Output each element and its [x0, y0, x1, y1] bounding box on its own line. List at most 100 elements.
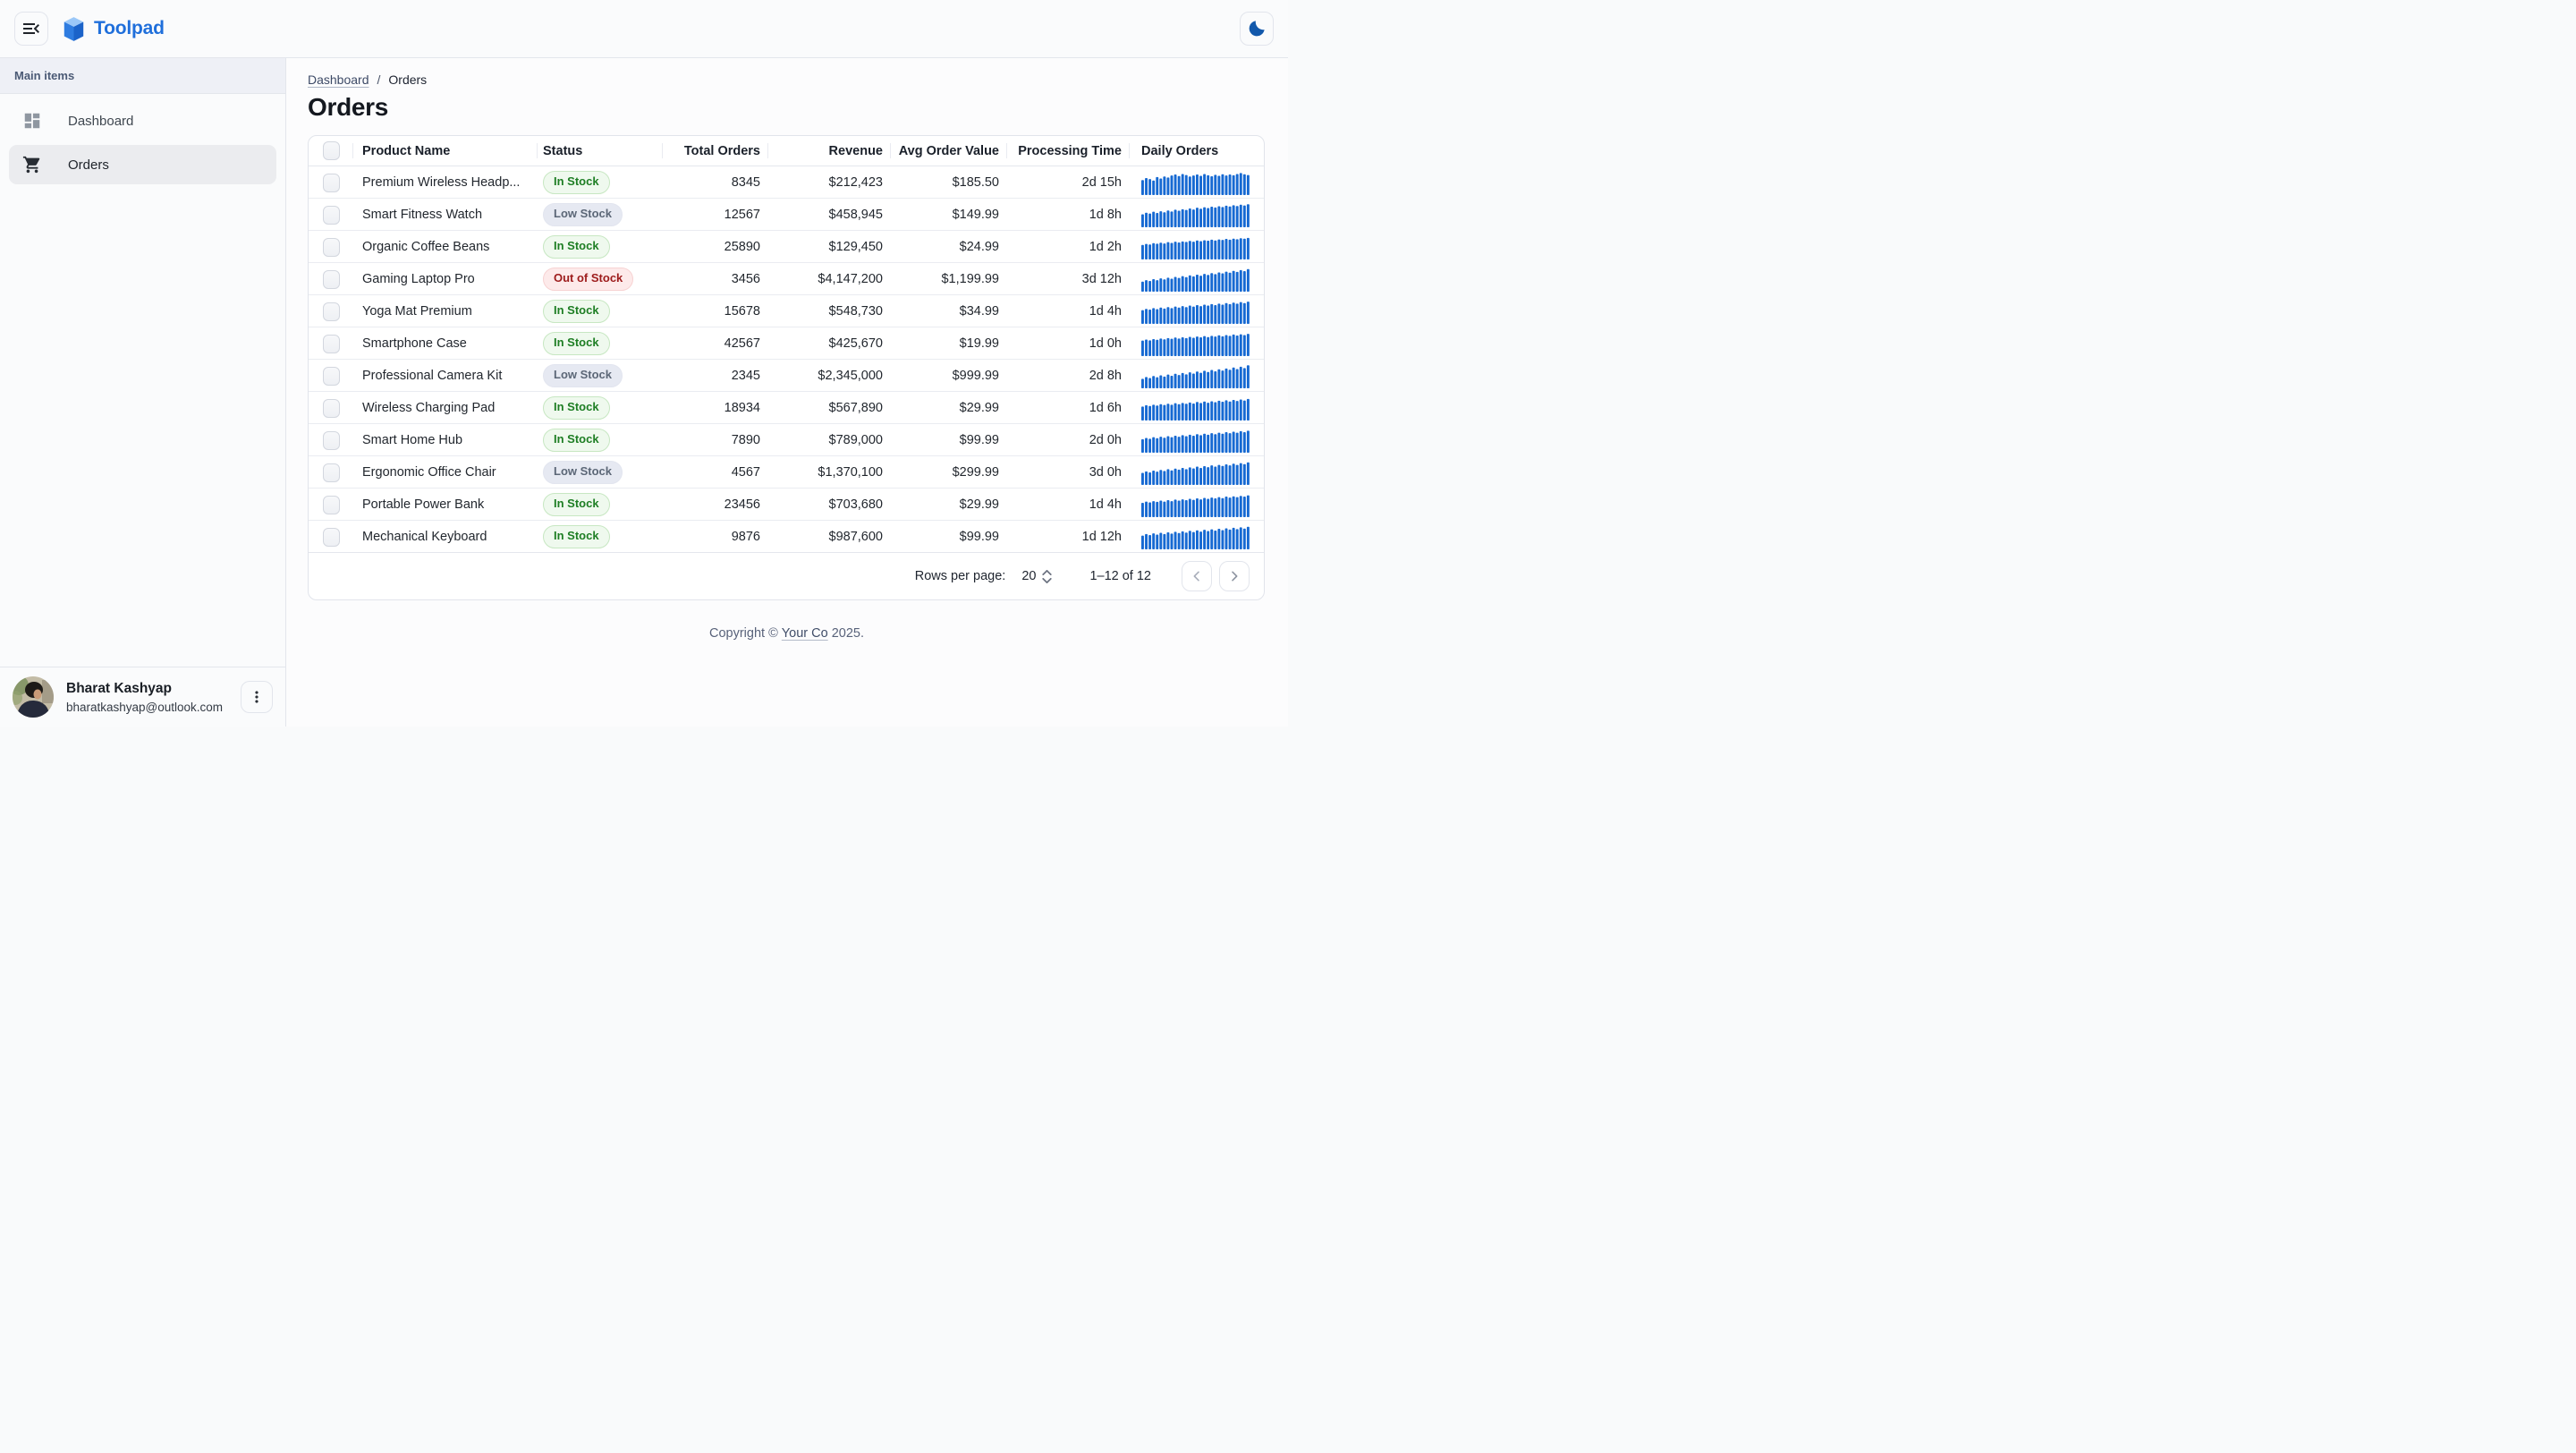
table-pagination: Rows per page: 20 1–12 of 12 [309, 553, 1264, 599]
status-chip: In Stock [543, 235, 610, 258]
pagination-range: 1–12 of 12 [1089, 569, 1151, 583]
next-page-button[interactable] [1219, 561, 1250, 591]
avg-order-value-cell: $299.99 [891, 465, 1007, 480]
row-checkbox-cell [309, 270, 353, 289]
column-header-avg-order-value[interactable]: Avg Order Value [891, 136, 1007, 166]
product-name-cell: Wireless Charging Pad [353, 401, 538, 415]
column-header-processing-time[interactable]: Processing Time [1007, 136, 1130, 166]
copyright-prefix: Copyright © [709, 626, 782, 641]
row-checkbox[interactable] [323, 238, 340, 257]
product-name-cell: Portable Power Bank [353, 497, 538, 512]
daily-orders-sparkline [1130, 166, 1264, 199]
rows-per-page-value: 20 [1021, 569, 1036, 583]
breadcrumb-link-dashboard[interactable]: Dashboard [308, 72, 369, 87]
row-checkbox[interactable] [323, 302, 340, 321]
column-header-revenue[interactable]: Revenue [768, 136, 891, 166]
avatar[interactable] [13, 676, 54, 718]
status-cell: Low Stock [538, 461, 663, 483]
row-checkbox[interactable] [323, 528, 340, 547]
row-checkbox[interactable] [323, 174, 340, 192]
avg-order-value-cell: $19.99 [891, 336, 1007, 351]
table-row: Ergonomic Office Chair Low Stock 4567 $1… [309, 456, 1264, 489]
avg-order-value-cell: $185.50 [891, 175, 1007, 190]
row-checkbox-cell [309, 496, 353, 514]
breadcrumb: Dashboard / Orders [308, 72, 1266, 87]
row-checkbox[interactable] [323, 206, 340, 225]
daily-orders-sparkline [1130, 295, 1264, 327]
user-menu-button[interactable] [241, 681, 273, 713]
status-cell: In Stock [538, 429, 663, 451]
daily-orders-sparkline [1130, 263, 1264, 295]
status-chip: In Stock [543, 429, 610, 451]
row-checkbox-cell [309, 238, 353, 257]
table-row: Yoga Mat Premium In Stock 15678 $548,730… [309, 295, 1264, 327]
collapse-menu-button[interactable] [14, 12, 48, 46]
chevron-left-icon [1190, 569, 1204, 583]
processing-time-cell: 1d 2h [1007, 240, 1130, 254]
row-checkbox[interactable] [323, 399, 340, 418]
total-orders-cell: 7890 [663, 433, 768, 447]
row-checkbox[interactable] [323, 463, 340, 482]
user-meta: Bharat Kashyap bharatkashyap@outlook.com [66, 681, 228, 714]
revenue-cell: $2,345,000 [768, 369, 891, 383]
sidebar-item-dashboard[interactable]: Dashboard [9, 101, 276, 140]
total-orders-cell: 2345 [663, 369, 768, 383]
sidebar-spacer [0, 189, 285, 667]
row-checkbox[interactable] [323, 270, 340, 289]
row-checkbox-cell [309, 463, 353, 482]
product-name-cell: Yoga Mat Premium [353, 304, 538, 319]
row-checkbox[interactable] [323, 367, 340, 386]
status-cell: Low Stock [538, 203, 663, 225]
daily-orders-sparkline [1130, 360, 1264, 392]
sidebar-item-label: Dashboard [68, 114, 133, 129]
product-name-cell: Professional Camera Kit [353, 369, 538, 383]
status-chip: In Stock [543, 171, 610, 193]
column-header-product-name[interactable]: Product Name [353, 136, 538, 166]
product-name-cell: Mechanical Keyboard [353, 530, 538, 544]
company-link[interactable]: Your Co [782, 626, 828, 641]
sidebar-item-orders[interactable]: Orders [9, 145, 276, 184]
column-header-daily-orders[interactable]: Daily Orders [1130, 136, 1264, 166]
status-cell: Low Stock [538, 364, 663, 387]
processing-time-cell: 1d 0h [1007, 336, 1130, 351]
rows-per-page-select[interactable]: 20 [1021, 569, 1052, 583]
row-checkbox[interactable] [323, 496, 340, 514]
status-chip: In Stock [543, 493, 610, 515]
total-orders-cell: 4567 [663, 465, 768, 480]
status-chip: In Stock [543, 396, 610, 419]
layout: Main items Dashboard Orders [0, 58, 1288, 726]
moon-icon [1247, 19, 1267, 38]
row-checkbox-cell [309, 206, 353, 225]
table-row: Smart Home Hub In Stock 7890 $789,000 $9… [309, 424, 1264, 456]
processing-time-cell: 2d 8h [1007, 369, 1130, 383]
column-header-total-orders[interactable]: Total Orders [663, 136, 768, 166]
up-down-chevrons-icon [1042, 570, 1052, 583]
status-chip: In Stock [543, 300, 610, 322]
revenue-cell: $987,600 [768, 530, 891, 544]
row-checkbox-cell [309, 174, 353, 192]
column-header-status[interactable]: Status [538, 136, 663, 166]
table-row: Smart Fitness Watch Low Stock 12567 $458… [309, 199, 1264, 231]
total-orders-cell: 9876 [663, 530, 768, 544]
row-checkbox[interactable] [323, 335, 340, 353]
revenue-cell: $129,450 [768, 240, 891, 254]
row-checkbox[interactable] [323, 431, 340, 450]
avg-order-value-cell: $29.99 [891, 497, 1007, 512]
row-checkbox-cell [309, 431, 353, 450]
cart-icon [21, 154, 43, 175]
previous-page-button[interactable] [1182, 561, 1212, 591]
product-name-cell: Gaming Laptop Pro [353, 272, 538, 286]
brand[interactable]: Toolpad [63, 16, 165, 42]
status-chip: Low Stock [543, 461, 623, 483]
daily-orders-sparkline [1130, 456, 1264, 489]
revenue-cell: $4,147,200 [768, 272, 891, 286]
user-name: Bharat Kashyap [66, 681, 228, 697]
select-all-checkbox[interactable] [323, 141, 340, 160]
theme-toggle-button[interactable] [1240, 12, 1274, 46]
table-row: Organic Coffee Beans In Stock 25890 $129… [309, 231, 1264, 263]
avg-order-value-cell: $1,199.99 [891, 272, 1007, 286]
table-row: Professional Camera Kit Low Stock 2345 $… [309, 360, 1264, 392]
daily-orders-sparkline [1130, 424, 1264, 456]
sidebar-item-label: Orders [68, 157, 109, 173]
table-row: Mechanical Keyboard In Stock 9876 $987,6… [309, 521, 1264, 553]
